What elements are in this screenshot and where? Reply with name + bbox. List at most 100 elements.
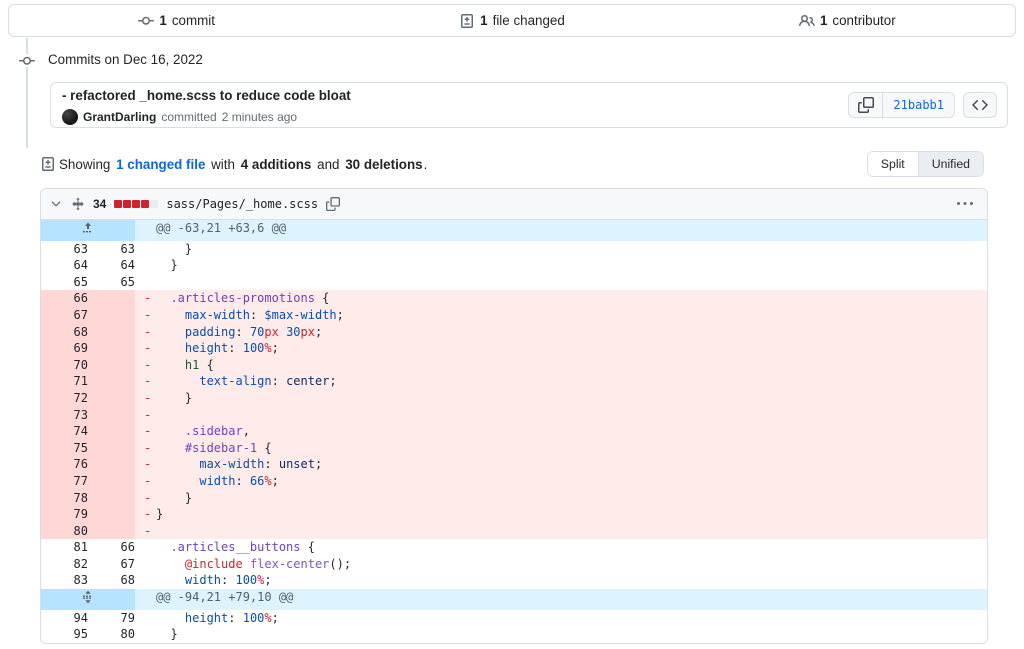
diff-line-content: - max-width: unset; bbox=[135, 456, 987, 473]
view-mode-split-button[interactable]: Split bbox=[867, 152, 918, 176]
diff-line-content: - max-width: $max-width; bbox=[135, 306, 987, 324]
diff-new-line-number bbox=[88, 423, 135, 440]
view-mode-unified-button[interactable]: Unified bbox=[917, 152, 983, 176]
tab-contributors[interactable]: 1 contributor bbox=[680, 5, 1015, 36]
diff-new-line-number: 63 bbox=[88, 240, 135, 258]
diff-hunk-header-row: @@ -63,21 +63,6 @@ bbox=[41, 220, 987, 241]
diff-old-line-number: 74 bbox=[41, 423, 88, 440]
commit-author-link[interactable]: GrantDarling bbox=[83, 110, 156, 124]
tab-files-changed[interactable]: 1 file changed bbox=[344, 5, 679, 36]
diff-line-row[interactable]: 79 -} bbox=[41, 506, 987, 523]
diff-line-row[interactable]: 68 - padding: 70px 30px; bbox=[41, 323, 987, 341]
showing-with: with bbox=[211, 156, 235, 172]
summary-count: 1 bbox=[159, 13, 167, 28]
diff-line-row[interactable]: 80 - bbox=[41, 522, 987, 540]
commit-sha-group: 21babb1 bbox=[848, 92, 955, 118]
copy-icon[interactable] bbox=[326, 197, 341, 211]
summary-label: contributor bbox=[832, 13, 896, 28]
diff-line-row[interactable]: 75 - #sidebar-1 { bbox=[41, 439, 987, 457]
diff-new-line-number bbox=[88, 472, 135, 490]
diff-old-line-number: 66 bbox=[41, 290, 88, 307]
diff-old-line-number: 67 bbox=[41, 306, 88, 324]
diff-line-row[interactable]: 65 65 bbox=[41, 273, 987, 291]
diff-line-content: - height: 100%; bbox=[135, 340, 987, 357]
diff-line-row[interactable]: 95 80 } bbox=[41, 626, 987, 643]
diff-new-line-number: 64 bbox=[88, 257, 135, 274]
summary-count: 1 bbox=[819, 13, 828, 28]
diff-line-content: - padding: 70px 30px; bbox=[135, 323, 987, 341]
commit-actions: 21babb1 bbox=[848, 92, 997, 118]
commit-summary-bar: 1 commit 1 file changed 1 contributor bbox=[8, 4, 1016, 37]
expand-up-down-icon[interactable] bbox=[41, 589, 135, 610]
diff-line-row[interactable]: 64 64 } bbox=[41, 257, 987, 274]
diff-line-content bbox=[135, 273, 987, 291]
summary-label: commit bbox=[171, 13, 215, 28]
commits-date-heading: Commits on Dec 16, 2022 bbox=[48, 52, 203, 67]
diff-old-line-number: 63 bbox=[41, 240, 88, 258]
diff-line-row[interactable]: 77 - width: 66%; bbox=[41, 472, 987, 490]
diff-line-row[interactable]: 83 68 width: 100%; bbox=[41, 572, 987, 590]
diff-line-row[interactable]: 67 - max-width: $max-width; bbox=[41, 306, 987, 324]
diff-line-row[interactable]: 74 - .sidebar, bbox=[41, 423, 987, 440]
diff-new-line-number bbox=[88, 506, 135, 523]
diff-line-row[interactable]: 70 - h1 { bbox=[41, 356, 987, 374]
diff-old-line-number: 82 bbox=[41, 555, 88, 573]
diff-old-line-number: 76 bbox=[41, 456, 88, 473]
diff-line-row[interactable]: 94 79 height: 100%; bbox=[41, 609, 987, 627]
diff-new-line-number: 65 bbox=[88, 273, 135, 291]
diff-new-line-number: 67 bbox=[88, 555, 135, 573]
diff-line-content: height: 100%; bbox=[135, 609, 987, 627]
commit-sha-link[interactable]: 21babb1 bbox=[883, 93, 954, 117]
diff-line-row[interactable]: 73 - bbox=[41, 406, 987, 424]
diff-line-row[interactable]: 66 - .articles-promotions { bbox=[41, 290, 987, 307]
kebab-horizontal-icon[interactable] bbox=[957, 196, 979, 212]
diff-new-line-number bbox=[88, 439, 135, 457]
chevron-down-icon[interactable] bbox=[49, 197, 63, 211]
expand-up-icon[interactable] bbox=[41, 220, 135, 241]
diff-new-line-number bbox=[88, 340, 135, 357]
summary-label: file changed bbox=[492, 13, 565, 28]
diff-line-content: - width: 66%; bbox=[135, 472, 987, 490]
diff-new-line-number bbox=[88, 389, 135, 407]
avatar[interactable] bbox=[62, 109, 78, 125]
diff-line-row[interactable]: 69 - height: 100%; bbox=[41, 340, 987, 357]
diff-line-row[interactable]: 63 63 } bbox=[41, 240, 987, 258]
diff-stat-block bbox=[150, 200, 159, 208]
diff-old-line-number: 94 bbox=[41, 609, 88, 627]
browse-code-button[interactable] bbox=[963, 92, 997, 118]
file-diff-icon bbox=[459, 13, 475, 29]
diff-line-row[interactable]: 81 66 .articles__buttons { bbox=[41, 539, 987, 556]
changed-file-link[interactable]: 1 changed file bbox=[116, 157, 205, 172]
diff-line-content: - #sidebar-1 { bbox=[135, 439, 987, 457]
diff-new-line-number bbox=[88, 489, 135, 507]
diff-line-row[interactable]: 72 - } bbox=[41, 389, 987, 407]
file-change-count: 34 bbox=[93, 197, 107, 211]
diff-view-mode-toggle: Split Unified bbox=[866, 151, 984, 177]
move-diff-icon[interactable] bbox=[71, 197, 85, 211]
diff-stat-block bbox=[132, 200, 141, 208]
file-diff-icon bbox=[40, 156, 56, 172]
commit-icon bbox=[138, 13, 155, 29]
diff-new-line-number: 79 bbox=[88, 609, 135, 627]
diff-line-row[interactable]: 78 - } bbox=[41, 489, 987, 507]
commit-verb: committed bbox=[161, 110, 217, 124]
diff-old-line-number: 65 bbox=[41, 273, 88, 291]
file-diff-box: 34 sass/Pages/_home.scss @@ -63,21 +63,6… bbox=[40, 188, 988, 644]
diff-line-row[interactable]: 82 67 @include flex-center(); bbox=[41, 555, 987, 573]
diff-line-content: - .articles-promotions { bbox=[135, 290, 987, 307]
diff-old-line-number: 78 bbox=[41, 489, 88, 507]
commit-card: - refactored _home.scss to reduce code b… bbox=[50, 82, 1008, 128]
diff-new-line-number bbox=[88, 290, 135, 307]
diff-line-content: - h1 { bbox=[135, 356, 987, 374]
file-path-link[interactable]: sass/Pages/_home.scss bbox=[166, 197, 318, 211]
diff-line-row[interactable]: 71 - text-align: center; bbox=[41, 373, 987, 390]
copy-icon[interactable] bbox=[849, 93, 884, 117]
diff-line-row[interactable]: 76 - max-width: unset; bbox=[41, 456, 987, 473]
diff-new-line-number: 68 bbox=[88, 572, 135, 590]
tab-commits[interactable]: 1 commit bbox=[9, 5, 344, 36]
showing-and: and bbox=[317, 156, 340, 172]
showing-period: . bbox=[423, 156, 428, 172]
diff-old-line-number: 75 bbox=[41, 439, 88, 457]
file-diff-header: 34 sass/Pages/_home.scss bbox=[41, 189, 987, 220]
commit-message-link[interactable]: - refactored _home.scss to reduce code b… bbox=[62, 88, 351, 103]
